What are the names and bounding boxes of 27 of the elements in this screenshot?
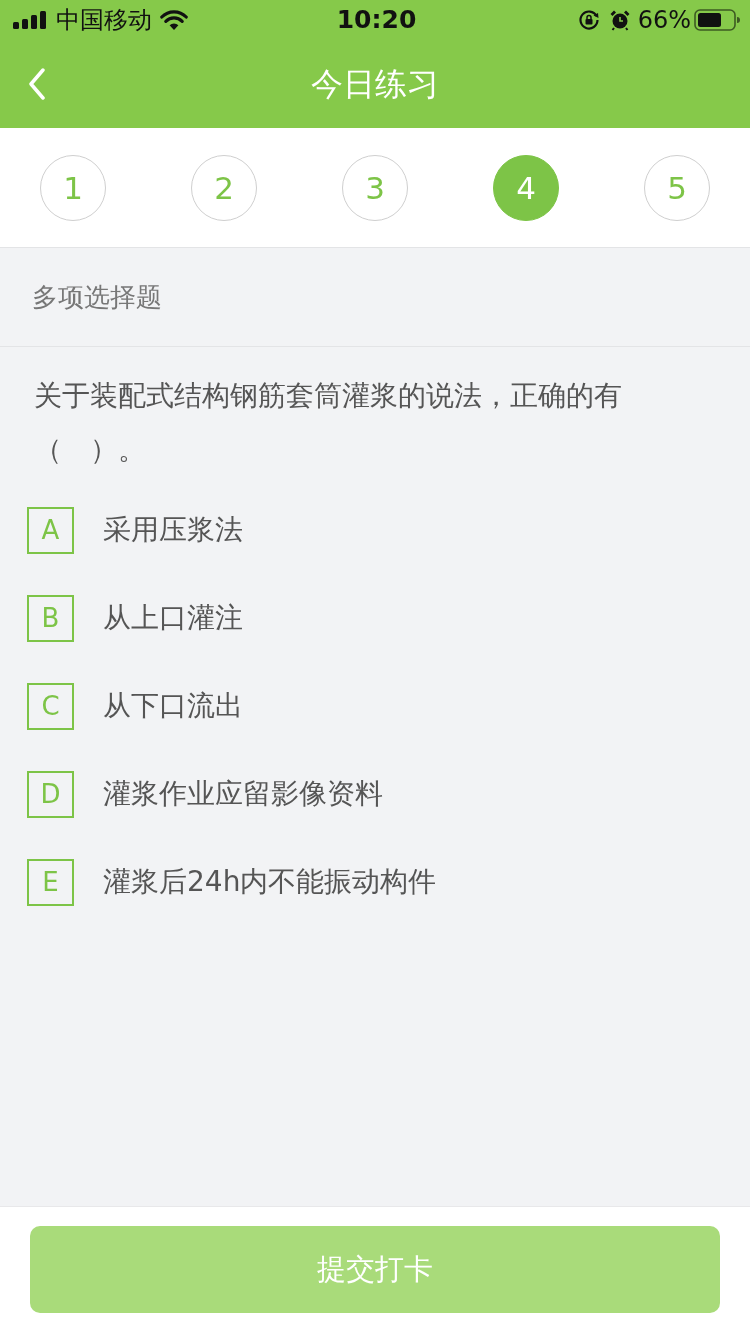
option-checkbox[interactable]: E bbox=[27, 858, 74, 906]
battery-percentage: 66% bbox=[637, 6, 691, 34]
question-number[interactable]: 2 bbox=[191, 154, 257, 221]
option-checkbox[interactable]: A bbox=[27, 506, 74, 554]
back-button[interactable] bbox=[28, 68, 46, 100]
question-number[interactable]: 1 bbox=[40, 154, 106, 221]
carrier-name: 中国移动 bbox=[56, 6, 152, 34]
option-label[interactable]: 采用压浆法 bbox=[103, 511, 243, 549]
option-checkbox[interactable]: C bbox=[27, 682, 74, 730]
question-number[interactable]: 4 bbox=[493, 154, 559, 221]
wifi-icon bbox=[160, 10, 188, 30]
question-number[interactable]: 5 bbox=[644, 154, 710, 221]
page-title: 今日练习 bbox=[311, 64, 439, 104]
signal-icon bbox=[13, 11, 47, 29]
option-label[interactable]: 从下口流出 bbox=[103, 687, 243, 725]
option-checkbox[interactable]: D bbox=[27, 770, 74, 818]
option-label[interactable]: 从上口灌注 bbox=[103, 599, 243, 637]
question-type-label: 多项选择题 bbox=[32, 280, 162, 314]
alarm-clock-icon bbox=[608, 9, 631, 31]
rotation-lock-icon bbox=[577, 9, 600, 31]
clock-time: 10:20 bbox=[336, 5, 417, 34]
question-text: 关于装配式结构钢筋套筒灌浆的说法，正确的有（ ）。 bbox=[34, 378, 623, 468]
option-checkbox[interactable]: B bbox=[27, 594, 74, 642]
battery-icon bbox=[694, 9, 740, 31]
option-label[interactable]: 灌浆后24h内不能振动构件 bbox=[103, 863, 437, 901]
question-number[interactable]: 3 bbox=[342, 154, 408, 221]
option-label[interactable]: 灌浆作业应留影像资料 bbox=[103, 775, 383, 813]
